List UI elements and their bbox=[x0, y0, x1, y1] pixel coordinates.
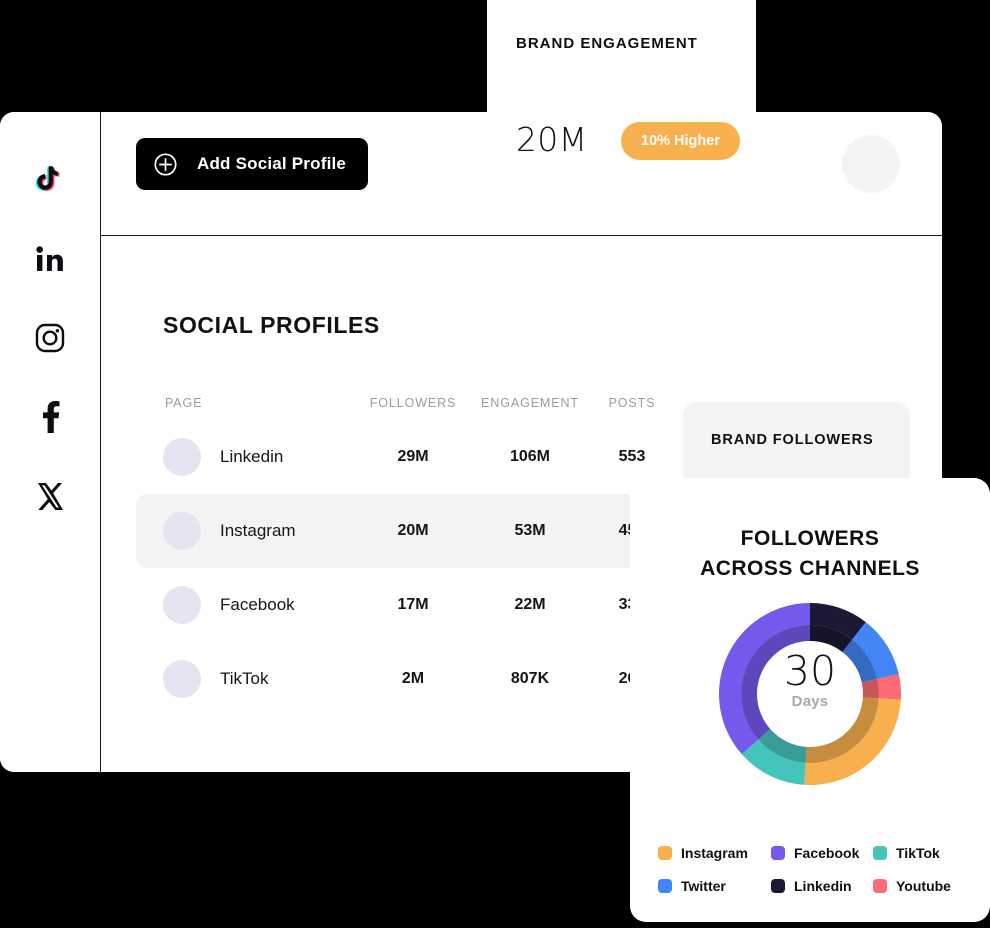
legend-label: Twitter bbox=[681, 878, 726, 894]
legend-label: Linkedin bbox=[794, 878, 852, 894]
legend-label: Youtube bbox=[896, 878, 951, 894]
avatar bbox=[163, 586, 201, 624]
chart-title-line2: ACROSS CHANNELS bbox=[700, 557, 920, 580]
table-header-row: PAGE FOLLOWERS ENGAGEMENT POSTS bbox=[136, 386, 681, 420]
screenshot-root: Add Social Profile SOCIAL PROFILES PAGE … bbox=[0, 0, 990, 928]
sidebar-item-tiktok[interactable] bbox=[30, 160, 70, 200]
legend-swatch bbox=[873, 879, 887, 893]
cell-engagement: 807K bbox=[510, 670, 550, 687]
table-row[interactable]: Facebook 17M 22M 339 bbox=[136, 568, 681, 642]
avatar bbox=[163, 660, 201, 698]
chart-legend: Instagram Facebook TikTok Twitter Linkedin Yo… bbox=[658, 845, 968, 894]
cell-followers: 29M bbox=[397, 448, 429, 465]
sidebar-item-x-twitter[interactable] bbox=[30, 476, 70, 516]
brand-engagement-card: BRAND ENGAGEMENT 20M 10% Higher bbox=[487, 0, 756, 194]
legend-item[interactable]: Facebook bbox=[771, 845, 873, 861]
status-badge: 10% Higher bbox=[621, 122, 740, 160]
cell-engagement: 106M bbox=[509, 448, 551, 465]
table-row[interactable]: Linkedin 29M 106M 553 bbox=[136, 420, 681, 494]
profile-name: Instagram bbox=[220, 521, 296, 540]
legend-item[interactable]: Twitter bbox=[658, 878, 771, 894]
table-row[interactable]: TikTok 2M 807K 260 bbox=[136, 642, 681, 716]
linkedin-icon bbox=[36, 246, 64, 272]
brand-engagement-title: BRAND ENGAGEMENT bbox=[516, 35, 698, 52]
instagram-icon bbox=[35, 323, 65, 353]
avatar bbox=[163, 512, 201, 550]
avatar[interactable] bbox=[842, 135, 900, 193]
cell-posts: 553 bbox=[618, 448, 646, 465]
social-profiles-table: PAGE FOLLOWERS ENGAGEMENT POSTS Linkedin… bbox=[136, 386, 681, 716]
legend-item[interactable]: TikTok bbox=[873, 845, 968, 861]
profile-name: TikTok bbox=[220, 669, 269, 688]
profile-name: Linkedin bbox=[220, 447, 284, 466]
column-header-followers: FOLLOWERS bbox=[369, 396, 457, 410]
column-header-page: PAGE bbox=[165, 396, 203, 410]
facebook-icon bbox=[40, 401, 60, 433]
cell-page: Linkedin bbox=[163, 438, 355, 476]
donut-chart: 30 Days bbox=[719, 603, 901, 785]
followers-across-channels-card: FOLLOWERS ACROSS CHANNELS 30 Days Instag… bbox=[630, 478, 990, 922]
sidebar-item-facebook[interactable] bbox=[30, 397, 70, 437]
cell-followers: 2M bbox=[401, 670, 425, 687]
chart-title: FOLLOWERS ACROSS CHANNELS bbox=[630, 524, 990, 584]
sidebar-item-instagram[interactable] bbox=[30, 318, 70, 358]
cell-page: Instagram bbox=[163, 512, 355, 550]
plus-circle-icon bbox=[154, 152, 177, 176]
cell-page: Facebook bbox=[163, 586, 355, 624]
add-social-profile-button[interactable]: Add Social Profile bbox=[136, 138, 369, 190]
column-header-posts: POSTS bbox=[608, 396, 656, 410]
tiktok-icon bbox=[35, 164, 65, 196]
avatar bbox=[163, 438, 201, 476]
legend-label: TikTok bbox=[896, 845, 940, 861]
table-row[interactable]: Instagram 20M 53M 450 bbox=[136, 494, 681, 568]
legend-item[interactable]: Youtube bbox=[873, 878, 968, 894]
legend-swatch bbox=[771, 879, 785, 893]
brand-engagement-value: 20M bbox=[516, 120, 588, 159]
profile-name: Facebook bbox=[220, 595, 295, 614]
legend-label: Instagram bbox=[681, 845, 748, 861]
chart-title-line1: FOLLOWERS bbox=[740, 527, 880, 550]
legend-item[interactable]: Linkedin bbox=[771, 878, 873, 894]
cell-followers: 20M bbox=[397, 522, 429, 539]
x-twitter-icon bbox=[37, 482, 64, 510]
cell-engagement: 22M bbox=[514, 596, 546, 613]
legend-swatch bbox=[658, 846, 672, 860]
legend-item[interactable]: Instagram bbox=[658, 845, 771, 861]
cell-followers: 17M bbox=[397, 596, 429, 613]
brand-followers-title: BRAND FOLLOWERS bbox=[711, 432, 874, 448]
legend-swatch bbox=[771, 846, 785, 860]
legend-swatch bbox=[658, 879, 672, 893]
legend-swatch bbox=[873, 846, 887, 860]
column-header-engagement: ENGAGEMENT bbox=[481, 396, 579, 410]
sidebar bbox=[0, 112, 101, 772]
sidebar-item-linkedin[interactable] bbox=[30, 239, 70, 279]
page-title: SOCIAL PROFILES bbox=[163, 312, 380, 338]
cell-page: TikTok bbox=[163, 660, 355, 698]
donut-chart-svg bbox=[719, 603, 901, 785]
cell-engagement: 53M bbox=[514, 522, 546, 539]
add-social-profile-label: Add Social Profile bbox=[197, 154, 347, 173]
legend-label: Facebook bbox=[794, 845, 860, 861]
